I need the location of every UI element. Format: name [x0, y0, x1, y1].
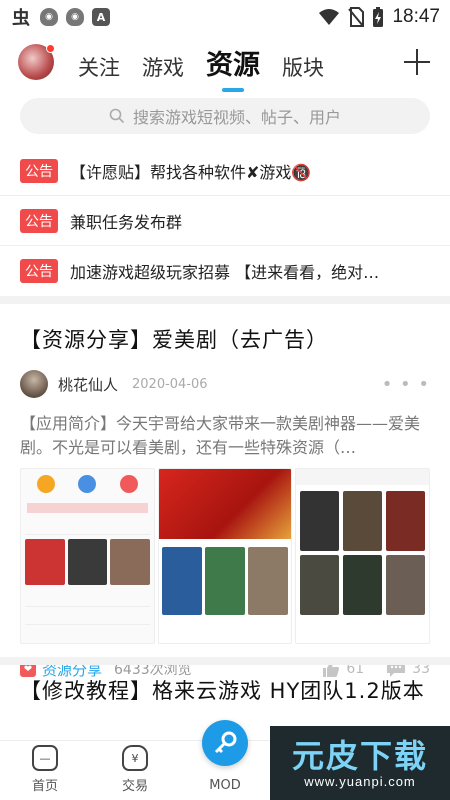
- post-title[interactable]: 【修改教程】格来云游戏 HY团队1.2版本: [20, 676, 430, 706]
- notice-badge: 公告: [20, 208, 58, 233]
- watermark-logo: 元皮下载: [291, 736, 428, 775]
- site-watermark: 元皮下载 www.yuanpi.com: [270, 726, 450, 800]
- top-header: 关注 游戏 资源 版块: [0, 34, 450, 90]
- user-avatar[interactable]: [18, 44, 55, 80]
- post-image[interactable]: [20, 468, 155, 644]
- notification-dot: [46, 44, 55, 53]
- post-card[interactable]: 【修改教程】格来云游戏 HY团队1.2版本: [20, 676, 430, 706]
- author-row: 桃花仙人 2020-04-06 • • •: [20, 370, 430, 398]
- status-left-icons: 虫 ◉ ◉ A: [10, 8, 110, 29]
- tab-follow[interactable]: 关注: [78, 52, 120, 82]
- shield-icon: ◉: [66, 8, 84, 26]
- search-icon: [109, 108, 125, 124]
- tab-games[interactable]: 游戏: [142, 52, 184, 82]
- section-divider: [0, 296, 450, 304]
- nav-home[interactable]: — 首页: [0, 745, 90, 800]
- status-time: 18:47: [392, 6, 440, 27]
- home-icon: —: [32, 745, 58, 771]
- key-icon: [214, 731, 237, 754]
- tab-boards[interactable]: 版块: [282, 52, 324, 82]
- post-date: 2020-04-06: [132, 376, 208, 392]
- nav-trade-label: 交易: [121, 779, 148, 794]
- post-images: [20, 468, 431, 644]
- add-icon[interactable]: [402, 47, 432, 77]
- author-avatar[interactable]: [20, 370, 48, 398]
- notice-list: 公告 【许愿贴】帮找各种软件✘游戏🔞 公告 兼职任务发布群 公告 加速游戏超级玩…: [0, 146, 450, 296]
- post-summary: 【应用简介】今天宇哥给大家带来一款美剧神器——爱美剧。不光是可以看美剧，还有一些…: [20, 414, 421, 457]
- tab-resources[interactable]: 资源: [206, 43, 260, 82]
- post-title[interactable]: 【资源分享】爱美剧（去广告）: [20, 324, 430, 354]
- post-image[interactable]: [157, 468, 293, 644]
- more-options-icon[interactable]: • • •: [382, 374, 430, 395]
- notice-text: 兼职任务发布群: [70, 212, 183, 232]
- watermark-url: www.yuanpi.com: [304, 773, 416, 789]
- nav-mod-label[interactable]: MOD: [205, 778, 245, 793]
- top-tabs: 关注 游戏 资源 版块: [78, 43, 324, 82]
- notice-item[interactable]: 公告 兼职任务发布群: [0, 196, 450, 246]
- search-bar[interactable]: 搜索游戏短视频、帖子、用户: [20, 98, 430, 134]
- post-image[interactable]: [295, 468, 431, 644]
- notice-text: 加速游戏超级玩家招募 【进来看看，绝对…: [70, 263, 380, 282]
- notice-item[interactable]: 公告 加速游戏超级玩家招募 【进来看看，绝对…: [0, 246, 450, 296]
- status-right-icons: 18:47: [318, 6, 440, 28]
- nav-home-label: 首页: [31, 779, 58, 794]
- no-sim-icon: [348, 7, 365, 27]
- mod-button[interactable]: [202, 720, 248, 766]
- search-placeholder: 搜索游戏短视频、帖子、用户: [132, 108, 341, 127]
- nav-trade[interactable]: ¥ 交易: [90, 745, 180, 800]
- battery-charging-icon: [373, 7, 384, 27]
- app-logo-icon: 虫: [12, 8, 30, 29]
- notice-item[interactable]: 公告 【许愿贴】帮找各种软件✘游戏🔞: [0, 146, 450, 196]
- a-icon: A: [92, 8, 110, 26]
- post-card[interactable]: 【资源分享】爱美剧（去广告） 桃花仙人 2020-04-06 • • • 【应用…: [0, 304, 450, 682]
- section-divider: [0, 657, 450, 665]
- notice-text: 【许愿贴】帮找各种软件✘游戏🔞: [70, 162, 312, 182]
- wifi-icon: [319, 9, 340, 25]
- notice-badge: 公告: [20, 158, 58, 183]
- author-name[interactable]: 桃花仙人: [58, 374, 118, 395]
- notice-badge: 公告: [20, 259, 58, 283]
- money-bag-icon: ¥: [122, 745, 148, 771]
- status-bar: 虫 ◉ ◉ A 18:47: [0, 0, 450, 34]
- shield-icon: ◉: [40, 8, 58, 26]
